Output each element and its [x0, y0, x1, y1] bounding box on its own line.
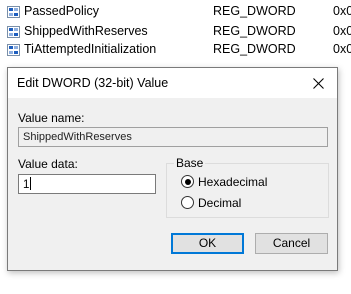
decimal-radio[interactable] — [181, 196, 194, 209]
registry-value-name: TiAttemptedInitialization — [24, 42, 157, 56]
value-name-label: Value name: — [18, 111, 85, 125]
value-data-input[interactable]: 1 — [18, 174, 156, 194]
text-caret — [30, 177, 32, 190]
reg-binary-icon — [7, 44, 20, 56]
value-name-field: ShippedWithReserves — [18, 127, 328, 147]
registry-row[interactable]: TiAttemptedInitialization REG_DWORD 0x0 — [0, 41, 351, 59]
registry-value-name: PassedPolicy — [24, 4, 100, 18]
value-name-text: ShippedWithReserves — [23, 131, 132, 143]
base-groupbox — [166, 163, 329, 218]
dialog-title: Edit DWORD (32-bit) Value — [17, 76, 169, 90]
reg-binary-icon — [7, 26, 20, 38]
ok-button[interactable]: OK — [171, 233, 244, 254]
registry-value-list: PassedPolicy REG_DWORD 0x0 ShippedWithRe… — [0, 0, 351, 62]
value-data-text: 1 — [23, 179, 30, 191]
registry-row[interactable]: ShippedWithReserves REG_DWORD 0x0 — [0, 23, 351, 41]
reg-binary-icon — [7, 6, 20, 18]
close-button[interactable] — [299, 68, 337, 98]
edit-dword-dialog: Edit DWORD (32-bit) Value Value name: Sh… — [7, 67, 338, 271]
registry-value-data: 0x0 — [333, 42, 351, 56]
hexadecimal-label: Hexadecimal — [198, 175, 268, 189]
close-icon — [312, 77, 324, 89]
base-group-label: Base — [174, 156, 206, 170]
registry-value-type: REG_DWORD — [213, 24, 296, 38]
value-data-label: Value data: — [18, 157, 78, 171]
cancel-button[interactable]: Cancel — [255, 233, 328, 254]
dialog-titlebar[interactable]: Edit DWORD (32-bit) Value — [8, 68, 337, 98]
hexadecimal-radio[interactable] — [181, 175, 194, 188]
registry-value-data: 0x0 — [333, 4, 351, 18]
registry-row[interactable]: PassedPolicy REG_DWORD 0x0 — [0, 3, 351, 21]
decimal-label: Decimal — [198, 196, 242, 210]
registry-value-name: ShippedWithReserves — [24, 24, 148, 38]
registry-value-type: REG_DWORD — [213, 42, 296, 56]
registry-value-type: REG_DWORD — [213, 4, 296, 18]
registry-value-data: 0x0 — [333, 24, 351, 38]
